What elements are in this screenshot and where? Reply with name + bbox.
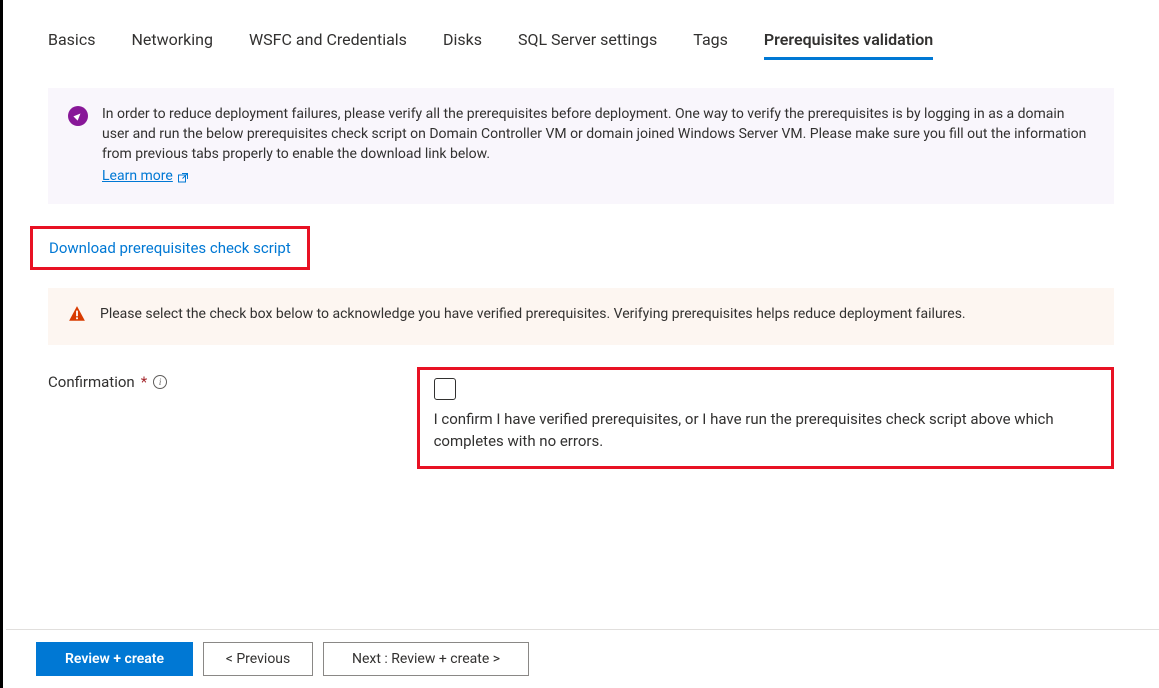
tab-basics[interactable]: Basics: [48, 30, 95, 60]
confirmation-row: Confirmation * i I confirm I have verifi…: [48, 367, 1114, 469]
tab-wsfc-credentials[interactable]: WSFC and Credentials: [249, 30, 407, 60]
tab-bar: Basics Networking WSFC and Credentials D…: [48, 30, 1114, 60]
info-banner: In order to reduce deployment failures, …: [48, 88, 1114, 204]
warning-banner-text: Please select the check box below to ack…: [100, 304, 966, 327]
required-indicator: *: [141, 373, 147, 391]
rocket-icon: [68, 106, 88, 126]
download-prerequisites-link[interactable]: Download prerequisites check script: [49, 239, 291, 257]
previous-button[interactable]: < Previous: [203, 642, 313, 676]
tab-prerequisites-validation[interactable]: Prerequisites validation: [764, 30, 933, 60]
learn-more-link[interactable]: Learn more: [102, 166, 189, 186]
warning-banner: Please select the check box below to ack…: [48, 288, 1114, 345]
info-icon[interactable]: i: [153, 375, 167, 389]
review-create-button[interactable]: Review + create: [36, 642, 193, 676]
footer-bar: Review + create < Previous Next : Review…: [6, 629, 1159, 688]
download-script-highlight: Download prerequisites check script: [30, 226, 310, 270]
confirmation-label: Confirmation: [48, 373, 135, 391]
tab-tags[interactable]: Tags: [693, 30, 728, 60]
info-banner-text: In order to reduce deployment failures, …: [102, 106, 1086, 162]
next-button[interactable]: Next : Review + create >: [323, 642, 529, 676]
tab-networking[interactable]: Networking: [131, 30, 213, 60]
confirmation-checkbox[interactable]: [434, 378, 456, 400]
confirmation-checkbox-label: I confirm I have verified prerequisites,…: [434, 408, 1097, 452]
tab-sql-server-settings[interactable]: SQL Server settings: [518, 30, 657, 60]
tab-disks[interactable]: Disks: [443, 30, 482, 60]
confirmation-highlight: I confirm I have verified prerequisites,…: [417, 367, 1114, 469]
external-link-icon: [177, 170, 189, 182]
warning-icon: [68, 305, 86, 327]
